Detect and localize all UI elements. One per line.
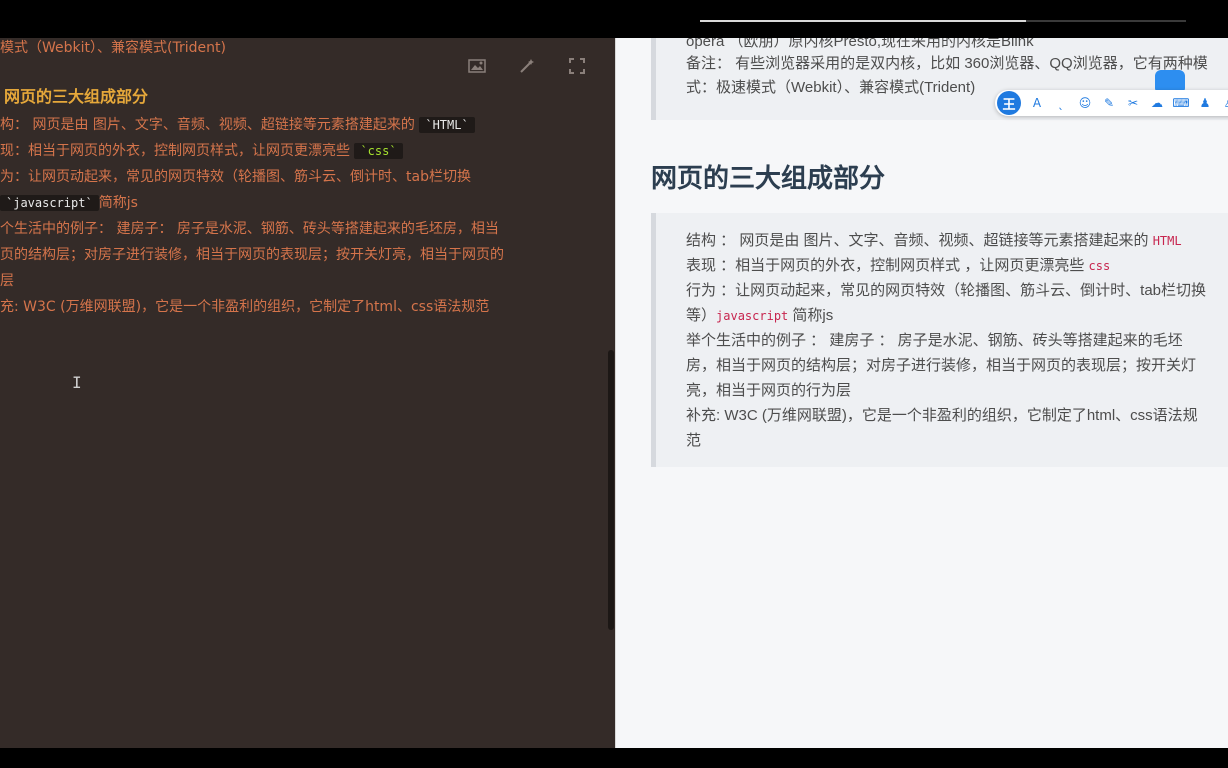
keyboard-icon[interactable]: ⌨	[1172, 95, 1189, 111]
inline-code: javascript	[716, 309, 789, 323]
inline-code: `javascript`	[0, 195, 99, 211]
fullscreen-icon[interactable]	[565, 56, 589, 76]
editor-toolbar	[465, 56, 589, 76]
user-icon[interactable]: ♟	[1197, 95, 1213, 111]
editor-line[interactable]: 现：相当于网页的外衣，控制网页样式，让网页更漂亮些 `css`	[0, 141, 403, 161]
magic-wand-icon[interactable]	[515, 56, 539, 76]
cloud-icon[interactable]: ☁	[1149, 95, 1165, 111]
markdown-editor[interactable]: 模式（Webkit）、兼容模式(Trident) 网页的三大组成部分 构： 网页…	[0, 38, 615, 748]
editor-scrollbar[interactable]	[608, 350, 614, 630]
bottom-black-bar	[0, 748, 1228, 768]
editor-heading[interactable]: 网页的三大组成部分	[4, 87, 148, 107]
inline-code: `HTML`	[419, 117, 475, 133]
editor-line[interactable]: 为：让网页动起来，常见的网页特效（轮播图、筋斗云、倒计时、tab栏切换	[0, 167, 471, 187]
editor-line[interactable]: 模式（Webkit）、兼容模式(Trident)	[0, 38, 226, 58]
skin-icon[interactable]: ♙	[1221, 95, 1228, 111]
blockquote-main: 结构 ： 网页是由 图片、文字、音频、视频、超链接等元素搭建起来的 HTML 表…	[651, 213, 1228, 467]
ime-logo-icon[interactable]: 王	[997, 91, 1021, 115]
preview-text: 结构 ： 网页是由 图片、文字、音频、视频、超链接等元素搭建起来的 HTML	[686, 232, 1182, 249]
font-icon[interactable]: A	[1029, 95, 1045, 111]
text-cursor-icon: I	[72, 373, 82, 392]
editor-line[interactable]: 层	[0, 271, 14, 291]
scissors-icon[interactable]: ✂	[1125, 95, 1141, 111]
pen-icon[interactable]: ✎	[1101, 95, 1117, 111]
editor-line[interactable]: 页的结构层；对房子进行装修，相当于网页的表现层；按开关灯亮，相当于网页的	[0, 245, 504, 265]
preview-text: 举个生活中的例子 ： 建房子 ： 房子是水泥、钢筋、砖头等搭建起来的毛坯	[686, 332, 1183, 349]
editor-line[interactable]: 个生活中的例子： 建房子： 房子是水泥、钢筋、砖头等搭建起来的毛坯房，相当	[0, 219, 499, 239]
editor-line[interactable]: `javascript` 简称js	[0, 193, 138, 213]
editor-line[interactable]: 构： 网页是由 图片、文字、音频、视频、超链接等元素搭建起来的 `HTML`	[0, 115, 475, 135]
markdown-preview: opera （欧朋）原内核Presto,现在采用的内核是Blink 备注： 有些…	[615, 38, 1228, 748]
preview-heading: 网页的三大组成部分	[651, 163, 886, 193]
preview-text: 式：极速模式（Webkit）、兼容模式(Trident)	[686, 79, 976, 96]
window-title-indicator	[700, 20, 1026, 22]
preview-text: 表现 ：相当于网页的外衣，控制网页样式 ，让网页更漂亮些 css	[686, 257, 1111, 274]
emoji-icon[interactable]: ☺	[1077, 95, 1093, 111]
window-title-indicator-dim	[1026, 20, 1186, 22]
preview-text: 备注： 有些浏览器采用的是双内核，比如 360浏览器、QQ浏览器，它有两种模	[686, 55, 1208, 72]
image-icon[interactable]	[465, 56, 489, 76]
preview-text: 补充: W3C (万维网联盟)，它是一个非盈利的组织，它制定了html、css语…	[686, 407, 1198, 424]
inline-code: css	[1088, 259, 1111, 273]
preview-text: 等）javascript 简称js	[686, 307, 834, 324]
ime-toolbar[interactable]: 王 A ˎ ☺ ✎ ✂ ☁ ⌨ ♟ ♙	[995, 90, 1228, 116]
preview-text: 范	[686, 432, 702, 449]
preview-text: 亮，相当于网页的行为层	[686, 382, 852, 399]
punctuation-icon[interactable]: ˎ	[1053, 95, 1069, 111]
inline-code: `css`	[354, 143, 403, 159]
preview-text: 房，相当于网页的结构层；对房子进行装修，相当于网页的表现层；按开关灯	[686, 357, 1197, 374]
preview-text: 行为 ：让网页动起来，常见的网页特效（轮播图、筋斗云、倒计时、tab栏切换	[686, 282, 1207, 299]
inline-code: HTML	[1152, 234, 1182, 248]
editor-line[interactable]: 充: W3C (万维网联盟)，它是一个非盈利的组织，它制定了html、css语法…	[0, 297, 489, 317]
top-black-bar	[0, 0, 1228, 20]
